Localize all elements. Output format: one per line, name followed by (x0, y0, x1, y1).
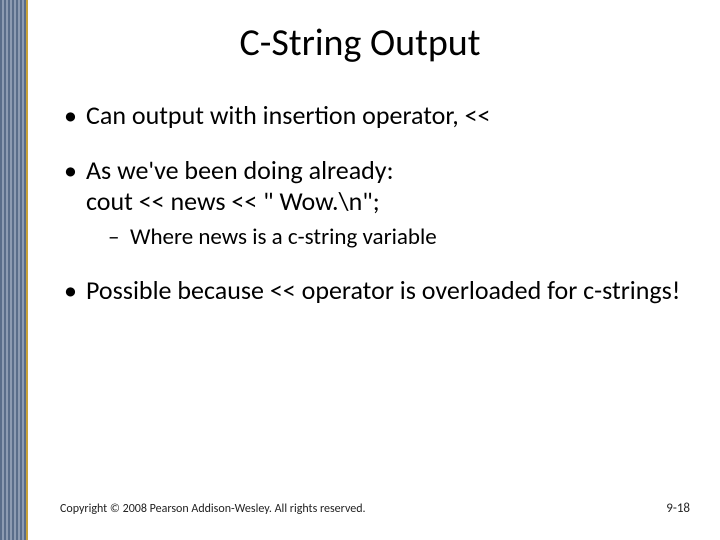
sub-bullet-text: Where news is a c-string variable (130, 223, 437, 251)
bullet-text: Possible because << operator is overload… (86, 274, 680, 306)
bullet-item: Possible because << operator is overload… (60, 275, 690, 306)
sub-bullet-item: Where news is a c-string variable (108, 224, 690, 252)
gold-vertical-line (26, 0, 28, 540)
left-decorative-strip (0, 0, 26, 540)
slide: C-String Output Can output with insertio… (0, 0, 720, 540)
bullet-text: As we've been doing already: (86, 154, 394, 186)
bullet-item: As we've been doing already: cout << new… (60, 155, 690, 251)
slide-content: Can output with insertion operator, << A… (60, 100, 690, 330)
sub-bullet-list: Where news is a c-string variable (86, 224, 690, 252)
code-line: cout << news << " Wow.\n"; (86, 186, 690, 217)
bullet-list: Can output with insertion operator, << A… (60, 100, 690, 306)
bullet-item: Can output with insertion operator, << (60, 100, 690, 131)
slide-title: C-String Output (0, 20, 720, 66)
bullet-text: Can output with insertion operator, << (86, 99, 491, 131)
page-number: 9-18 (666, 501, 690, 516)
copyright-text: Copyright © 2008 Pearson Addison-Wesley.… (60, 502, 366, 516)
